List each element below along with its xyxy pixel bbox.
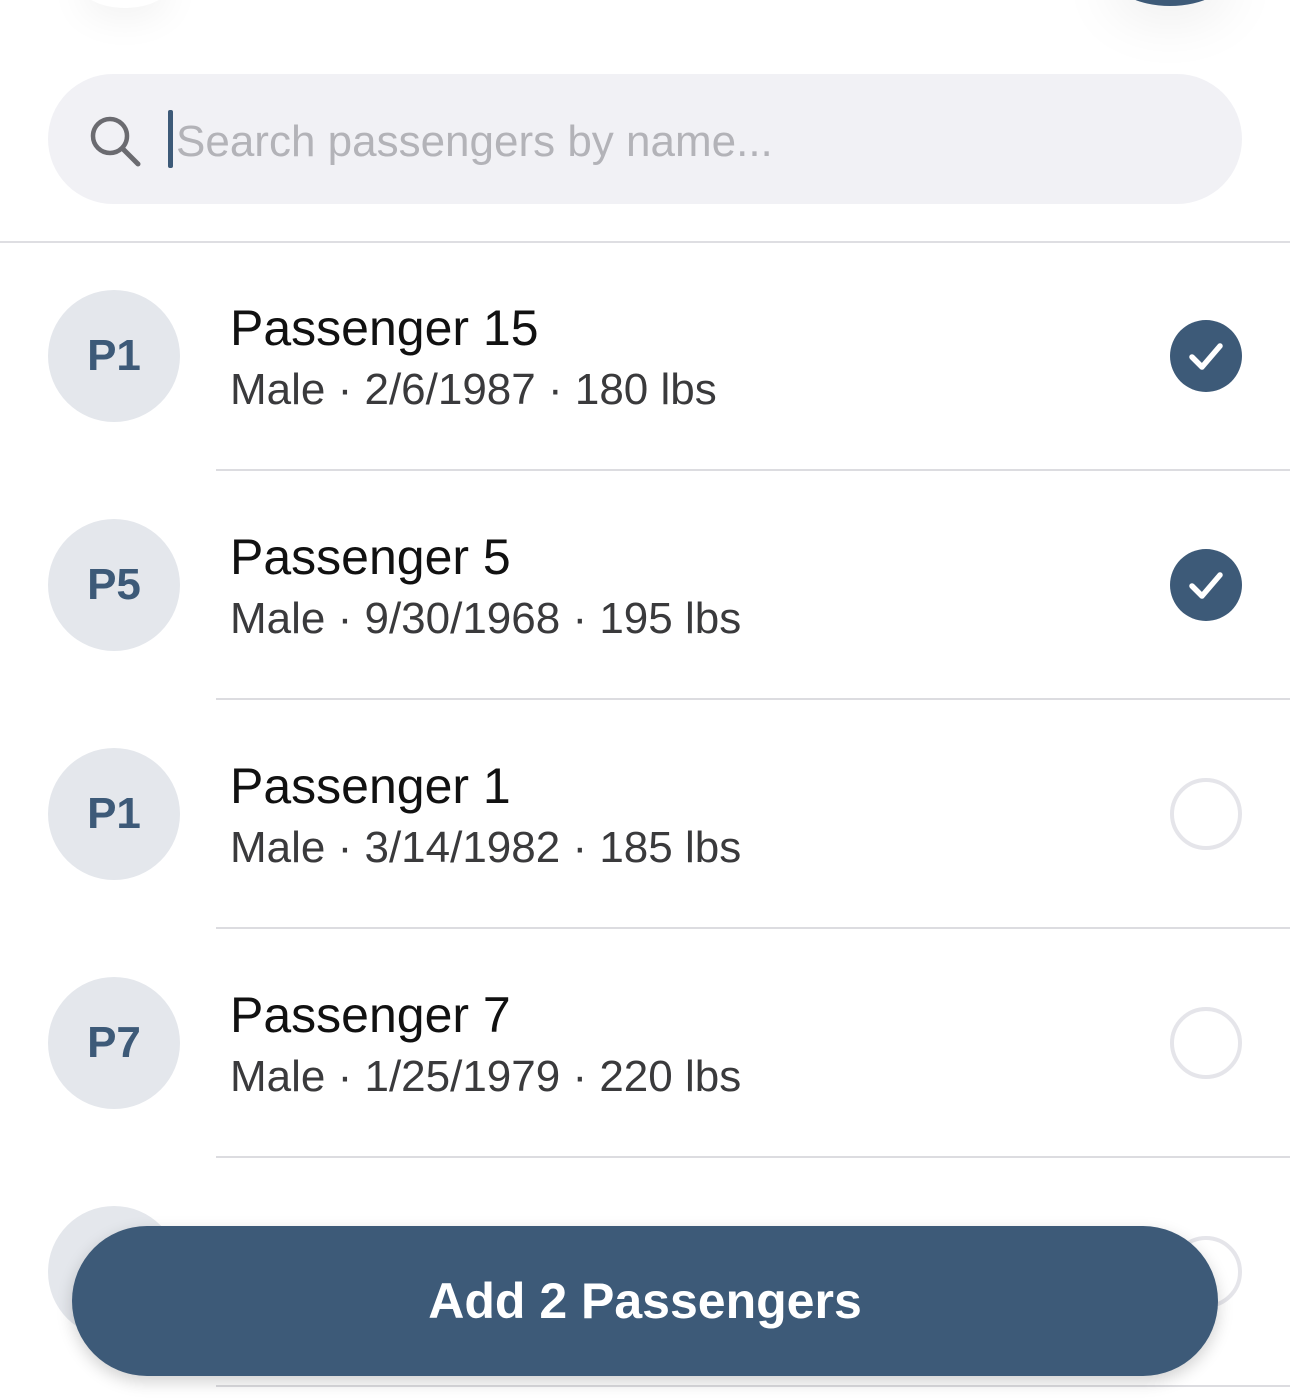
search-icon (90, 116, 141, 167)
divider (216, 1385, 1290, 1387)
passenger-row[interactable]: P1 Passenger 15 Male · 2/6/1987 · 180 lb… (0, 243, 1290, 472)
passenger-picker-screen: P1 Passenger 15 Male · 2/6/1987 · 180 lb… (0, 0, 1290, 1400)
passenger-name: Passenger 7 (230, 987, 511, 1043)
divider (216, 469, 1290, 471)
back-button[interactable] (80, 0, 170, 8)
checkmark-icon (1189, 572, 1223, 599)
checkmark-icon (1189, 343, 1223, 370)
selection-checkbox[interactable] (1170, 549, 1242, 621)
passenger-details: Male · 9/30/1968 · 195 lbs (230, 594, 742, 643)
text-caret (168, 110, 173, 168)
passenger-details: Male · 3/14/1982 · 185 lbs (230, 823, 742, 872)
passenger-row[interactable]: P5 Passenger 5 Male · 9/30/1968 · 195 lb… (0, 472, 1290, 701)
avatar: P1 (48, 748, 180, 880)
avatar: P1 (48, 290, 180, 422)
add-passengers-button[interactable]: Add 2 Passengers (72, 1226, 1218, 1376)
divider (216, 698, 1290, 700)
divider (216, 927, 1290, 929)
passenger-row[interactable]: P7 Passenger 7 Male · 1/25/1979 · 220 lb… (0, 930, 1290, 1159)
search-input[interactable] (170, 100, 1210, 184)
passenger-name: Passenger 5 (230, 529, 511, 585)
header-action-button[interactable] (1110, 0, 1230, 6)
passenger-details: Male · 2/6/1987 · 180 lbs (230, 365, 717, 414)
passenger-name: Passenger 1 (230, 758, 511, 814)
avatar: P7 (48, 977, 180, 1109)
passenger-row[interactable]: P1 Passenger 1 Male · 3/14/1982 · 185 lb… (0, 701, 1290, 930)
selection-checkbox[interactable] (1170, 778, 1242, 850)
passenger-details: Male · 1/25/1979 · 220 lbs (230, 1052, 742, 1101)
divider (216, 1156, 1290, 1158)
passenger-name: Passenger 15 (230, 300, 539, 356)
selection-checkbox[interactable] (1170, 320, 1242, 392)
selection-checkbox[interactable] (1170, 1007, 1242, 1079)
avatar: P5 (48, 519, 180, 651)
